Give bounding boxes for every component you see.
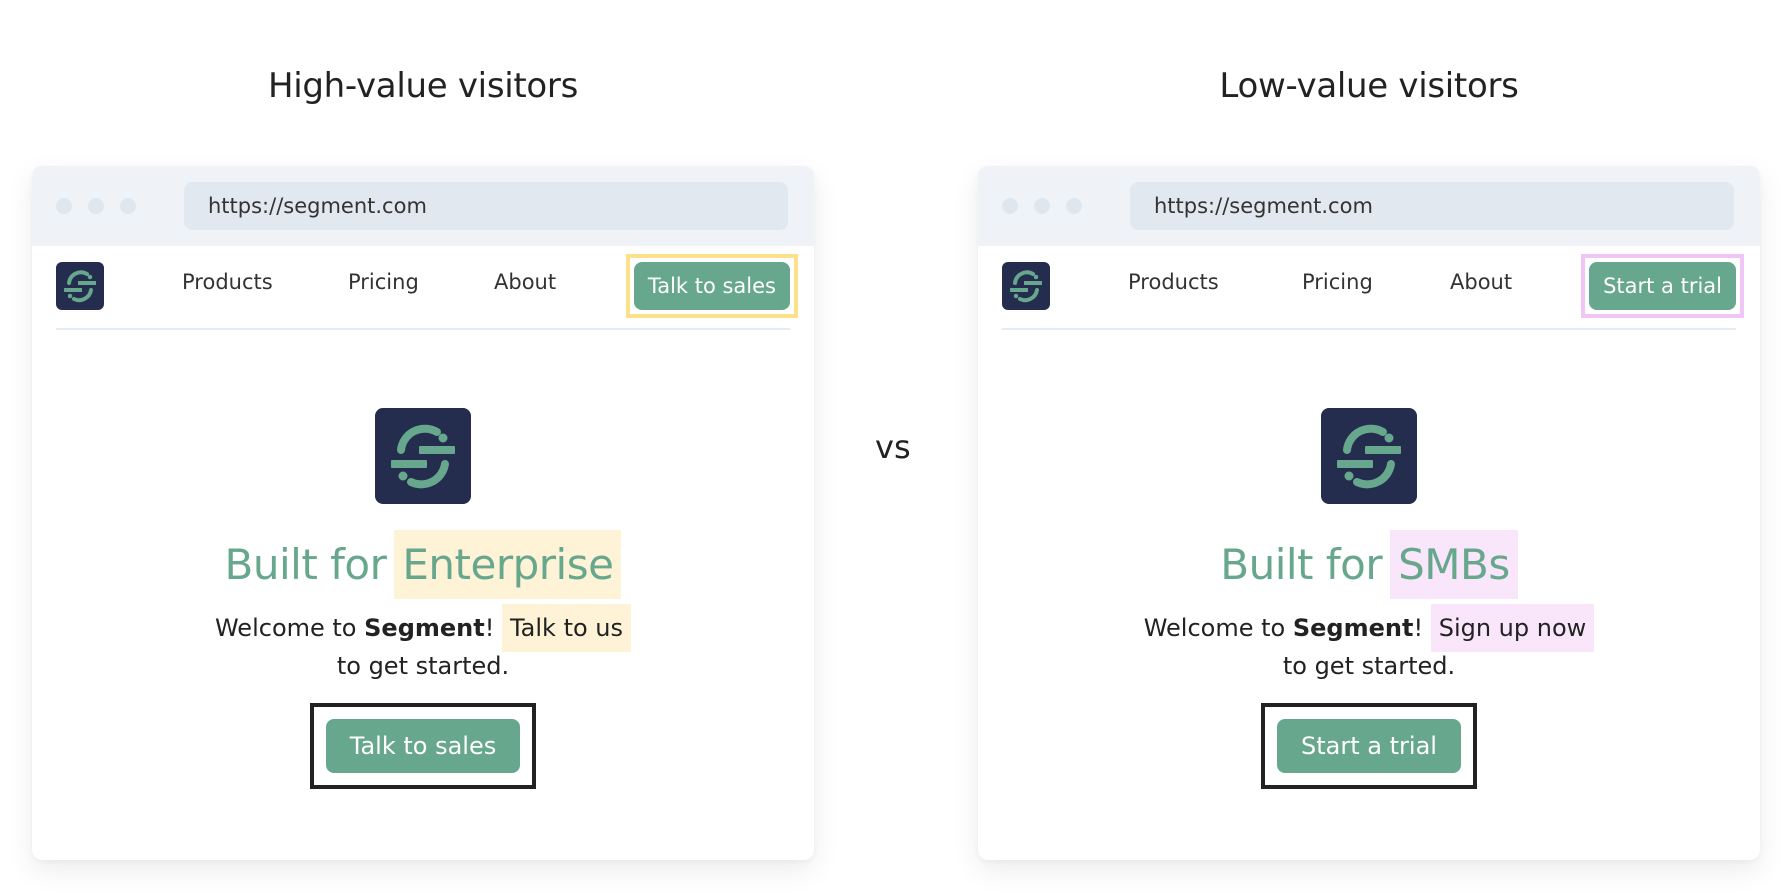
segment-logo-icon — [1321, 408, 1417, 504]
nav-link-pricing[interactable]: Pricing — [348, 270, 419, 294]
welcome-bang: ! — [484, 614, 495, 642]
hero-headline: Built for SMBs — [978, 530, 1760, 599]
welcome-suffix: to get started. — [336, 652, 510, 680]
headline-highlight: SMBs — [1390, 530, 1518, 599]
welcome-prefix: Welcome to — [214, 614, 365, 642]
hero-cta-highlight-frame: Talk to sales — [309, 703, 537, 789]
nav-cta-highlight-frame: Start a trial — [1581, 254, 1744, 318]
welcome-highlight: Sign up now — [1430, 604, 1595, 652]
window-dot-icon — [88, 198, 104, 214]
window-dot-icon — [120, 198, 136, 214]
nav-link-pricing[interactable]: Pricing — [1302, 270, 1373, 294]
window-dot-icon — [1066, 198, 1082, 214]
start-trial-nav-button[interactable]: Start a trial — [1589, 262, 1736, 310]
welcome-bang: ! — [1413, 614, 1424, 642]
browser-mockup-low-value: https://segment.com Products Pricing Abo… — [978, 166, 1760, 860]
start-trial-hero-button[interactable]: Start a trial — [1277, 719, 1461, 773]
segment-logo-icon[interactable] — [56, 262, 104, 310]
address-bar[interactable]: https://segment.com — [184, 182, 788, 230]
hero-section: Built for Enterprise Welcome to Segment!… — [32, 408, 814, 789]
welcome-brand: Segment — [364, 614, 485, 642]
welcome-text: Welcome to Segment! Sign up now to get s… — [1139, 604, 1599, 685]
welcome-suffix: to get started. — [1282, 652, 1456, 680]
site-nav: Products Pricing About Start a trial — [1002, 246, 1744, 330]
welcome-prefix: Welcome to — [1143, 614, 1293, 642]
welcome-text: Welcome to Segment! Talk to us to get st… — [203, 604, 643, 685]
hero-headline: Built for Enterprise — [32, 530, 814, 599]
nav-link-about[interactable]: About — [1450, 270, 1512, 294]
welcome-brand: Segment — [1292, 614, 1414, 642]
nav-link-products[interactable]: Products — [1128, 270, 1219, 294]
site-nav: Products Pricing About Talk to sales — [56, 246, 798, 330]
nav-link-about[interactable]: About — [494, 270, 556, 294]
segment-logo-icon — [375, 408, 471, 504]
window-dot-icon — [1002, 198, 1018, 214]
talk-to-sales-hero-button[interactable]: Talk to sales — [325, 719, 521, 773]
headline-prefix: Built for — [224, 540, 387, 589]
nav-link-products[interactable]: Products — [182, 270, 273, 294]
vs-separator: vs — [875, 428, 911, 466]
window-dot-icon — [1034, 198, 1050, 214]
headline-prefix: Built for — [1220, 540, 1383, 589]
low-value-title: Low-value visitors — [1219, 66, 1519, 106]
browser-chrome: https://segment.com — [978, 166, 1760, 246]
window-dot-icon — [56, 198, 72, 214]
hero-section: Built for SMBs Welcome to Segment! Sign … — [978, 408, 1760, 789]
nav-cta-highlight-frame: Talk to sales — [625, 254, 798, 318]
talk-to-sales-nav-button[interactable]: Talk to sales — [633, 262, 790, 310]
address-bar[interactable]: https://segment.com — [1130, 182, 1734, 230]
browser-mockup-high-value: https://segment.com Products Pricing Abo… — [32, 166, 814, 860]
headline-highlight: Enterprise — [394, 530, 622, 599]
welcome-highlight: Talk to us — [501, 604, 632, 652]
high-value-title: High-value visitors — [267, 66, 579, 106]
segment-logo-icon[interactable] — [1002, 262, 1050, 310]
hero-cta-highlight-frame: Start a trial — [1261, 703, 1477, 789]
browser-chrome: https://segment.com — [32, 166, 814, 246]
